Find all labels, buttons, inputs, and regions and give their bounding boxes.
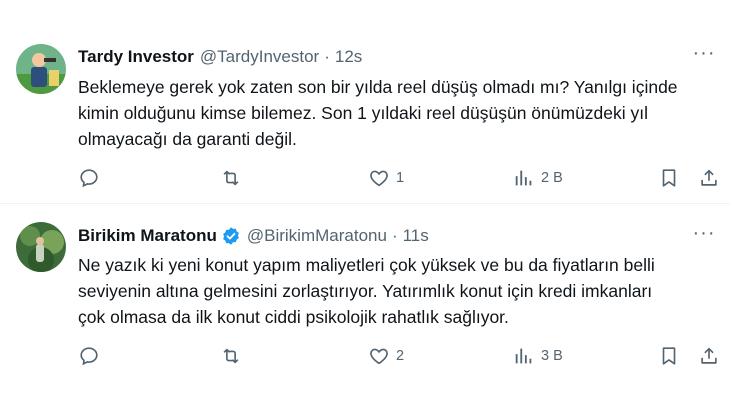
heart-icon bbox=[370, 170, 388, 187]
reply-icon bbox=[80, 169, 98, 188]
like-button[interactable]: 1 bbox=[368, 166, 404, 190]
tweet-actions: 2 3 B bbox=[78, 344, 723, 368]
separator-dot: · bbox=[391, 226, 398, 245]
bookmark-button[interactable] bbox=[658, 344, 680, 368]
tweet-header: Birikim Maratonu @BirikimMaratonu · 11s bbox=[78, 226, 429, 246]
avatar[interactable] bbox=[16, 44, 66, 94]
reply-button[interactable] bbox=[78, 344, 100, 368]
retweet-button[interactable] bbox=[220, 166, 242, 190]
like-button[interactable]: 2 bbox=[368, 344, 404, 368]
bookmark-icon bbox=[662, 347, 676, 365]
retweet-icon bbox=[223, 170, 239, 186]
views-button[interactable]: 3 B bbox=[513, 344, 563, 368]
bookmark-icon bbox=[662, 169, 676, 187]
like-count: 2 bbox=[396, 348, 405, 364]
tweet[interactable]: Tardy Investor @TardyInvestor · 12s ··· … bbox=[0, 0, 730, 204]
reply-button[interactable] bbox=[78, 166, 100, 190]
more-options-button[interactable]: ··· bbox=[692, 223, 716, 246]
user-handle[interactable]: @TardyInvestor bbox=[200, 47, 319, 67]
retweet-icon bbox=[223, 348, 239, 364]
tweet-text: Beklemeye gerek yok zaten son bir yılda … bbox=[78, 77, 678, 149]
views-button[interactable]: 2 B bbox=[513, 166, 563, 190]
avatar[interactable] bbox=[16, 222, 66, 272]
views-icon bbox=[515, 170, 532, 186]
view-count: 3 B bbox=[541, 348, 563, 364]
view-count: 2 B bbox=[541, 170, 563, 186]
tweet-text: Ne yazık ki yeni konut yapım maliyetleri… bbox=[78, 255, 655, 327]
heart-icon bbox=[370, 348, 388, 365]
retweet-button[interactable] bbox=[220, 344, 242, 368]
separator-dot: · bbox=[324, 47, 330, 66]
user-handle[interactable]: @BirikimMaratonu bbox=[247, 226, 387, 246]
tweet[interactable]: Birikim Maratonu @BirikimMaratonu · 11s … bbox=[0, 204, 730, 420]
share-button[interactable] bbox=[698, 344, 720, 368]
share-icon bbox=[701, 347, 717, 364]
timestamp[interactable]: 12s bbox=[335, 47, 362, 67]
tweet-header: Tardy Investor @TardyInvestor · 12s bbox=[78, 47, 362, 67]
reply-icon bbox=[80, 347, 98, 366]
bookmark-button[interactable] bbox=[658, 166, 680, 190]
share-icon bbox=[701, 169, 717, 186]
views-icon bbox=[515, 348, 532, 364]
tweet-actions: 1 2 B bbox=[78, 166, 723, 190]
share-button[interactable] bbox=[698, 166, 720, 190]
timestamp[interactable]: 11s bbox=[403, 226, 429, 246]
like-count: 1 bbox=[396, 170, 405, 186]
display-name[interactable]: Tardy Investor bbox=[78, 47, 194, 67]
more-options-button[interactable]: ··· bbox=[692, 43, 716, 66]
display-name[interactable]: Birikim Maratonu bbox=[78, 226, 217, 246]
verified-badge-icon bbox=[223, 227, 239, 245]
